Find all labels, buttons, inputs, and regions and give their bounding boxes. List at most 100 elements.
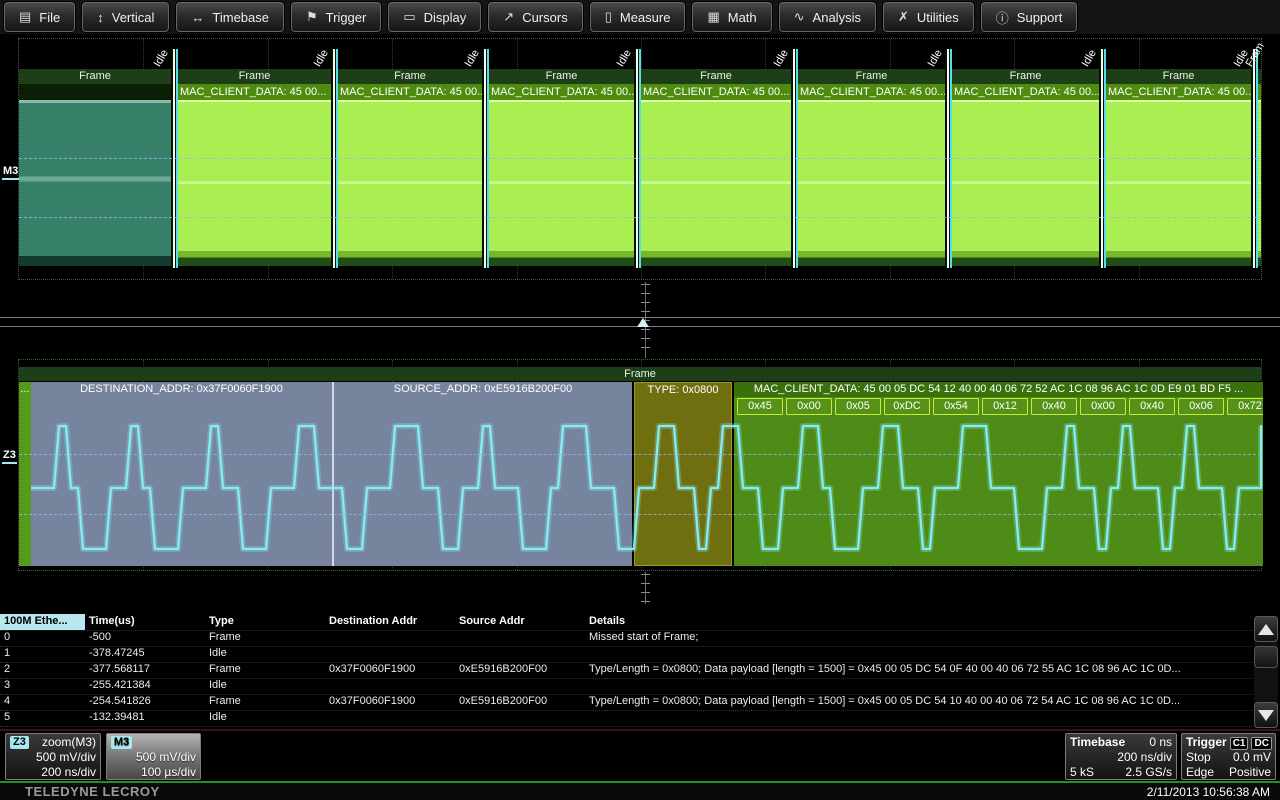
statusbar-top-border [0, 729, 1280, 731]
table-cell: 0x37F0060F1900 [325, 694, 455, 710]
frame-segment: FrameMAC_CLIENT_DATA: 45 00... [798, 67, 945, 268]
menu-file-button[interactable]: ▤File [4, 2, 75, 32]
menu-label: Analysis [813, 10, 861, 25]
cut-frame-label: Fram [1254, 39, 1266, 67]
trigger-box[interactable]: Trigger C1DC Stop 0.0 mV Edge Positive [1181, 733, 1276, 780]
table-row[interactable]: 5-132.39481Idle [0, 710, 1252, 727]
table-cell [455, 646, 585, 662]
table-row[interactable]: 0-500FrameMissed start of Frame; [0, 630, 1252, 647]
down-arrow-icon [1258, 710, 1274, 721]
table-cell: -378.47245 [85, 646, 205, 662]
scroll-down-button[interactable] [1254, 702, 1278, 728]
scrollbar-thumb[interactable] [1254, 646, 1278, 668]
mac-client-data-label: ... [1258, 84, 1261, 100]
mac-client-data-label: MAC_CLIENT_DATA: 45 00... [178, 84, 331, 100]
table-cell: -132.39481 [85, 710, 205, 726]
menu-math-button[interactable]: ▦Math [692, 2, 771, 32]
zoom-waveform-trace [31, 382, 1263, 566]
column-header[interactable]: Details [585, 614, 1252, 630]
table-cell [325, 630, 455, 646]
idle-label: Idle [936, 39, 948, 67]
m3-vdiv: 500 mV/div [136, 750, 196, 765]
menu-label: Display [424, 10, 467, 25]
level-line [19, 158, 1261, 159]
analysis-icon: ∿ [794, 9, 805, 25]
trigger-kind: Edge [1186, 765, 1214, 780]
trigger-position-marker[interactable] [637, 318, 649, 327]
channel-label-m3[interactable]: M3 [2, 165, 19, 180]
table-cell [325, 678, 455, 694]
menu-analysis-button[interactable]: ∿ Analysis [779, 2, 876, 32]
menu-vertical-button[interactable]: ↕Vertical [82, 2, 169, 32]
menu-support-button[interactable]: ⓘSupport [981, 2, 1078, 32]
table-cell [455, 678, 585, 694]
table-cell: Idle [205, 678, 325, 694]
channel-label-z3[interactable]: Z3 [2, 449, 17, 464]
table-cell: Missed start of Frame; [585, 630, 1252, 646]
menu-utilities-button[interactable]: ✗Utilities [883, 2, 974, 32]
m3-descriptor-box[interactable]: M3 500 mV/div 100 µs/div [106, 733, 201, 780]
menu-timebase-button[interactable]: ↔Timebase [176, 2, 284, 32]
timebase-box[interactable]: Timebase 0 ns 200 ns/div 5 kS 2.5 GS/s [1065, 733, 1177, 780]
waveform-envelope [798, 100, 945, 266]
level-line [19, 514, 1261, 515]
table-row[interactable]: 2-377.568117Frame0x37F0060F19000xE5916B2… [0, 662, 1252, 679]
table-cell [455, 630, 585, 646]
timebase-offset: 0 ns [1149, 735, 1172, 750]
table-cell [325, 710, 455, 726]
table-cell: Type/Length = 0x0800; Data payload [leng… [585, 662, 1252, 678]
mac-client-data-label: MAC_CLIENT_DATA: 45 00... [1106, 84, 1251, 100]
waveform-envelope [19, 100, 171, 266]
frame-label: Frame [641, 69, 791, 84]
table-row[interactable]: 3-255.421384Idle [0, 678, 1252, 695]
table-cell: 3 [0, 678, 85, 694]
column-header[interactable]: Time(us) [85, 614, 205, 630]
scroll-up-button[interactable] [1254, 616, 1278, 642]
level-line [19, 454, 1261, 455]
mac-client-data-label: MAC_CLIENT_DATA: 45 00... [798, 84, 945, 100]
waveform-envelope [489, 100, 634, 266]
column-header[interactable]: 100M Ethe... [0, 614, 85, 630]
table-row[interactable]: 1-378.47245Idle [0, 646, 1252, 663]
trigger-coupling-badge: DC [1251, 737, 1271, 750]
table-cell: -254.541826 [85, 694, 205, 710]
trigger-time-ruler-bottom [641, 574, 650, 604]
m3-tdiv: 100 µs/div [141, 765, 196, 780]
z3-title: zoom(M3) [42, 735, 96, 750]
table-cell [585, 678, 1252, 694]
menu-display-button[interactable]: ▭Display [388, 2, 481, 32]
frame-label: Frame [19, 69, 171, 84]
upper-waveform-grid: FrameFrameMAC_CLIENT_DATA: 45 00...Frame… [18, 38, 1262, 280]
frame-label: Frame [952, 69, 1099, 84]
table-row[interactable]: 4-254.541826Frame0x37F0060F19000xE5916B2… [0, 694, 1252, 711]
column-header[interactable]: Destination Addr [325, 614, 455, 630]
trigger-icon: ⚑ [306, 9, 318, 25]
up-arrow-icon [1258, 624, 1274, 635]
table-cell [325, 646, 455, 662]
trigger-slope: Positive [1229, 765, 1271, 780]
table-cell: -500 [85, 630, 205, 646]
zoom-waveform-grid: Frame ...DESTINATION_ADDR: 0x37F0060F190… [18, 359, 1262, 571]
menu-measure-button[interactable]: ▯Measure [590, 2, 686, 32]
frame-segment: Frame [19, 67, 171, 268]
decode-field-prefix: ... [19, 382, 31, 566]
menu-label: Timebase [212, 10, 269, 25]
frame-band: Frame [19, 367, 1261, 381]
m3-badge: M3 [111, 736, 132, 749]
frame-label: Frame [489, 69, 634, 84]
column-header[interactable]: Source Addr [455, 614, 585, 630]
table-scrollbar[interactable] [1254, 616, 1278, 728]
menu-trigger-button[interactable]: ⚑Trigger [291, 2, 381, 32]
mac-client-data-label [19, 84, 171, 100]
frame-segment: FrameMAC_CLIENT_DATA: 45 00... [489, 67, 634, 268]
table-cell: -255.421384 [85, 678, 205, 694]
prefix-label: ... [19, 382, 31, 397]
math-icon: ▦ [707, 9, 719, 25]
cursors-icon: ↗ [503, 9, 514, 25]
frame-segment: ... [1258, 67, 1261, 268]
menu-cursors-button[interactable]: ↗Cursors [488, 2, 582, 32]
table-cell: Idle [205, 710, 325, 726]
z3-descriptor-box[interactable]: Z3 zoom(M3) 500 mV/div 200 ns/div [5, 733, 101, 780]
menu-label: Utilities [917, 10, 959, 25]
column-header[interactable]: Type [205, 614, 325, 630]
